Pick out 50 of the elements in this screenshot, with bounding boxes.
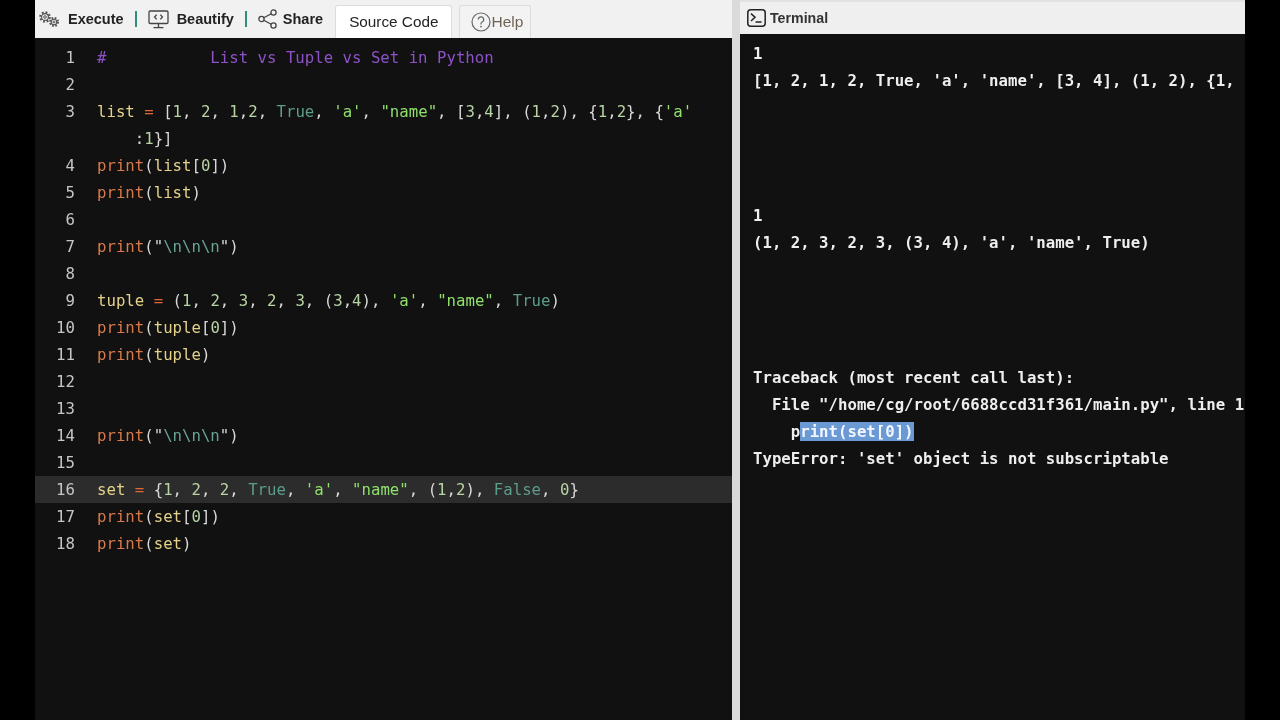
line-number: 3 bbox=[65, 102, 75, 121]
code-line: # List vs Tuple vs Set in Python bbox=[97, 47, 494, 69]
code-line: print("\n\n\n") bbox=[97, 236, 239, 258]
line-number: 1 bbox=[65, 48, 75, 67]
code-line: list = [1, 2, 1,2, True, 'a', "name", [3,4], (1,2), {1,2}, {'a' :1}] bbox=[97, 101, 694, 150]
terminal-line: (1, 2, 3, 2, 3, (3, 4), 'a', 'name', True) bbox=[753, 232, 1150, 254]
line-number: 11 bbox=[56, 345, 75, 364]
terminal-line: Traceback (most recent call last): bbox=[753, 367, 1075, 389]
line-number: 12 bbox=[56, 372, 75, 391]
code-line: print(set) bbox=[97, 533, 192, 555]
terminal-title: Terminal bbox=[770, 10, 829, 26]
line-number: 13 bbox=[56, 399, 75, 418]
line-number: 15 bbox=[56, 453, 75, 472]
terminal-line: 1 bbox=[753, 43, 763, 65]
share-button[interactable]: Share bbox=[257, 9, 324, 29]
terminal-line: File "/home/cg/root/6688ccd31f361/main.py", line 1 bbox=[771, 394, 1245, 416]
line-number: 5 bbox=[65, 183, 75, 202]
monitor-icon bbox=[147, 9, 169, 29]
line-number: 14 bbox=[56, 426, 75, 445]
terminal-line: 1 bbox=[753, 205, 763, 227]
line-number: 17 bbox=[56, 507, 75, 526]
line-number: 6 bbox=[65, 210, 75, 229]
line-number: 8 bbox=[65, 264, 75, 283]
execute-button[interactable]: Execute bbox=[38, 10, 124, 28]
line-number: 7 bbox=[65, 237, 75, 256]
code-line: print(set[0]) bbox=[97, 506, 220, 528]
line-number: 10 bbox=[56, 318, 75, 337]
terminal-icon bbox=[747, 9, 766, 27]
panel-splitter[interactable] bbox=[732, 0, 740, 720]
help-icon bbox=[471, 12, 492, 32]
line-number: 2 bbox=[65, 75, 75, 94]
line-number: 16 bbox=[56, 480, 75, 499]
code-line: print(list) bbox=[97, 182, 201, 204]
share-icon bbox=[257, 9, 277, 29]
code-line: print("\n\n\n") bbox=[97, 425, 239, 447]
code-line: tuple = (1, 2, 3, 2, 3, (3,4), 'a', "name", True) bbox=[97, 290, 560, 312]
line-number: 18 bbox=[56, 534, 75, 553]
gears-icon bbox=[38, 10, 60, 28]
terminal-line: [1, 2, 1, 2, True, 'a', 'name', [3, 4], (1, 2), {1, bbox=[753, 70, 1235, 92]
beautify-button[interactable]: Beautify bbox=[147, 9, 234, 29]
code-line: set = {1, 2, 2, True, 'a', "name", (1,2), False, 0} bbox=[97, 479, 579, 501]
line-number: 4 bbox=[65, 156, 75, 175]
terminal-line: TypeError: 'set' object is not subscriptable bbox=[753, 448, 1169, 470]
source-code-tab[interactable]: Source Code bbox=[335, 5, 453, 38]
help-tab[interactable]: Help bbox=[459, 5, 532, 38]
terminal-line: print(set[0]) bbox=[790, 421, 914, 443]
code-line: print(tuple[0]) bbox=[97, 317, 239, 339]
code-line: print(list[0]) bbox=[97, 155, 230, 177]
line-number: 9 bbox=[65, 291, 75, 310]
code-line: print(tuple) bbox=[97, 344, 211, 366]
